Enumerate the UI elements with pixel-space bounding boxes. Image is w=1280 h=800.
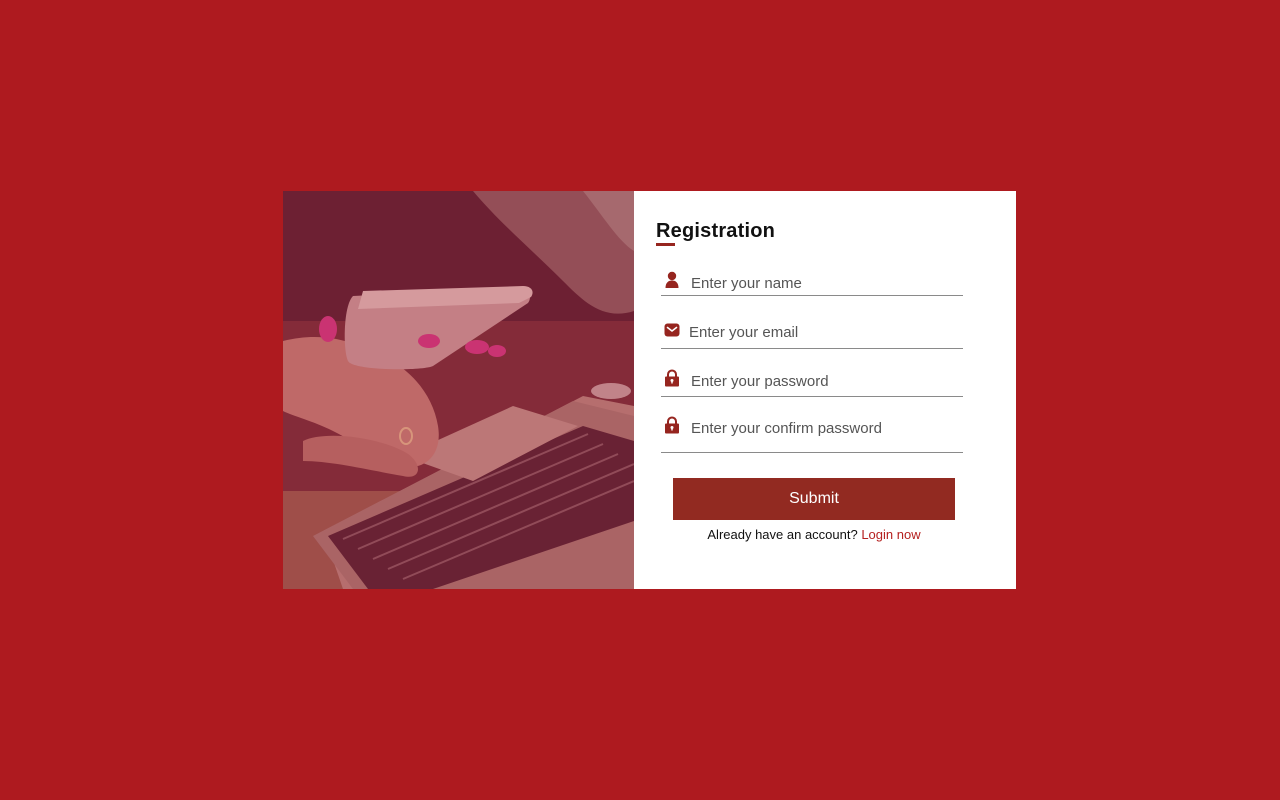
registration-form: Registration Enter your name Enter your …	[634, 191, 1016, 589]
form-title: Registration	[656, 220, 776, 242]
email-input[interactable]	[689, 322, 951, 342]
name-input[interactable]	[691, 273, 953, 293]
hero-photo	[283, 191, 634, 589]
lock-icon	[664, 416, 680, 434]
login-prompt-text: Already have an account?	[707, 527, 862, 542]
lock-icon	[664, 369, 680, 387]
password-input[interactable]	[691, 371, 953, 391]
phone-and-laptop-photo	[283, 191, 634, 589]
password-field	[661, 365, 963, 397]
login-prompt-row: Already have an account? Login now	[634, 527, 994, 542]
title-underline	[656, 243, 675, 246]
confirm-password-input[interactable]	[691, 418, 953, 438]
confirm-password-field	[661, 412, 963, 453]
registration-card: Registration Enter your name Enter your …	[283, 191, 1016, 589]
user-icon	[664, 271, 680, 289]
email-field	[661, 317, 963, 349]
name-field	[661, 263, 963, 296]
envelope-icon	[664, 322, 680, 340]
login-now-link[interactable]: Login now	[861, 527, 920, 542]
submit-button[interactable]: Submit	[673, 478, 955, 520]
